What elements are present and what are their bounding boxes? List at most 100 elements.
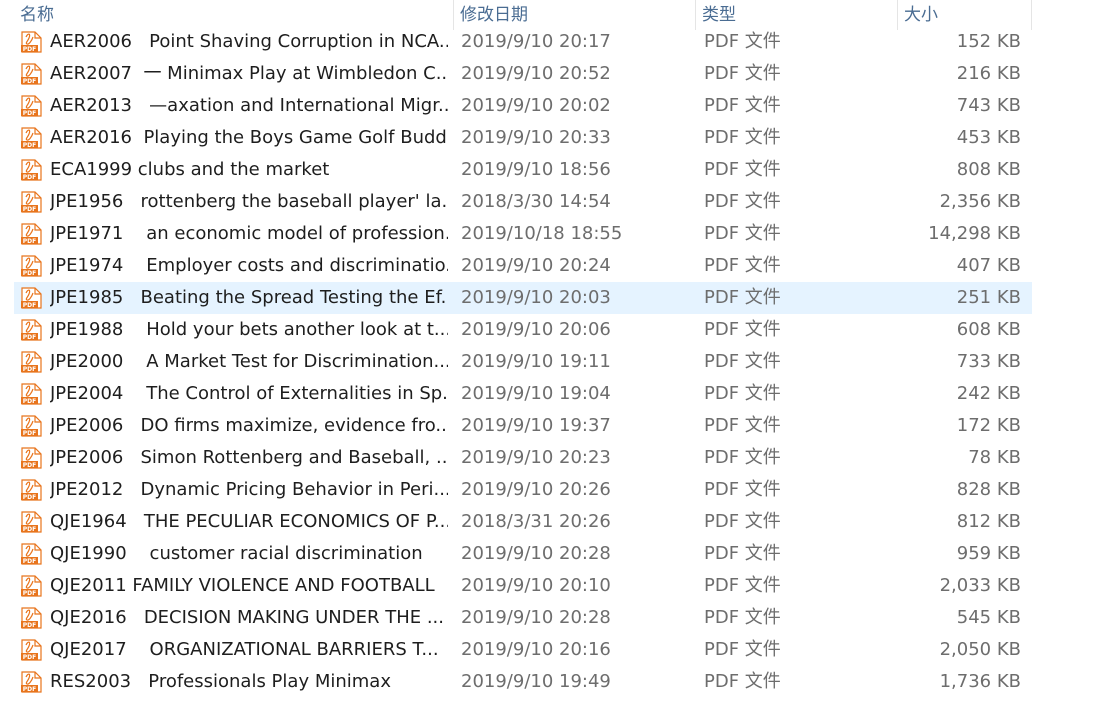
svg-text:PDF: PDF <box>23 366 36 373</box>
pdf-file-icon: PDF <box>20 671 44 693</box>
file-size: 743 KB <box>956 95 1021 116</box>
file-type: PDF 文件 <box>704 127 781 148</box>
file-date: 2019/9/10 20:03 <box>461 287 611 308</box>
pdf-file-icon: PDF <box>20 383 44 405</box>
file-row[interactable]: PDF AER2016 Playing the Boys Game Golf B… <box>14 122 1032 154</box>
file-date: 2019/9/10 20:33 <box>461 127 611 148</box>
file-date: 2019/9/10 20:28 <box>461 543 611 564</box>
file-row[interactable]: PDF JPE1956 rottenberg the baseball play… <box>14 186 1032 218</box>
file-row[interactable]: PDF QJE2017 ORGANIZATIONAL BARRIERS T...… <box>14 634 1032 666</box>
pdf-file-icon: PDF <box>20 255 44 277</box>
file-row[interactable]: PDF AER2006 Point Shaving Corruption in … <box>14 26 1032 58</box>
svg-text:PDF: PDF <box>23 78 36 85</box>
file-size: 545 KB <box>956 607 1021 628</box>
svg-text:PDF: PDF <box>23 654 36 661</box>
file-size: 2,356 KB <box>939 191 1021 212</box>
file-size: 152 KB <box>956 31 1021 52</box>
pdf-file-icon: PDF <box>20 351 44 373</box>
file-date: 2019/9/10 20:02 <box>461 95 611 116</box>
file-row[interactable]: PDF QJE1990 customer racial discriminati… <box>14 538 1032 570</box>
file-row[interactable]: PDF JPE1974 Employer costs and discrimin… <box>14 250 1032 282</box>
file-name: JPE1988 Hold your bets another look at t… <box>50 319 448 340</box>
file-type: PDF 文件 <box>704 223 781 244</box>
file-name: JPE2006 Simon Rottenberg and Baseball, .… <box>50 447 448 468</box>
pdf-file-icon: PDF <box>20 479 44 501</box>
file-size: 608 KB <box>956 319 1021 340</box>
svg-text:PDF: PDF <box>23 430 36 437</box>
file-size: 959 KB <box>956 543 1021 564</box>
file-name: JPE1971 an economic model of profession.… <box>50 223 448 244</box>
file-type: PDF 文件 <box>704 383 781 404</box>
file-name: JPE1974 Employer costs and discriminatio… <box>50 255 448 276</box>
file-type: PDF 文件 <box>704 31 781 52</box>
file-date: 2019/9/10 19:37 <box>461 415 611 436</box>
file-size: 2,050 KB <box>939 639 1021 660</box>
file-type: PDF 文件 <box>704 671 781 692</box>
svg-text:PDF: PDF <box>23 398 36 405</box>
file-type: PDF 文件 <box>704 159 781 180</box>
file-size: 733 KB <box>956 351 1021 372</box>
file-type: PDF 文件 <box>704 319 781 340</box>
file-date: 2019/9/10 20:28 <box>461 607 611 628</box>
file-row[interactable]: PDF RES2003 Professionals Play Minimax 2… <box>14 666 1032 698</box>
file-row[interactable]: PDF QJE2016 DECISION MAKING UNDER THE ..… <box>14 602 1032 634</box>
file-row[interactable]: PDF JPE2006 Simon Rottenberg and Basebal… <box>14 442 1032 474</box>
file-size: 808 KB <box>956 159 1021 180</box>
svg-text:PDF: PDF <box>23 142 36 149</box>
file-date: 2019/9/10 18:56 <box>461 159 611 180</box>
pdf-file-icon: PDF <box>20 191 44 213</box>
svg-text:PDF: PDF <box>23 206 36 213</box>
file-type: PDF 文件 <box>704 63 781 84</box>
file-row[interactable]: PDF AER2013 —axation and International M… <box>14 90 1032 122</box>
file-date: 2019/9/10 20:10 <box>461 575 611 596</box>
file-row[interactable]: PDF AER2007 一 Minimax Play at Wimbledon … <box>14 58 1032 90</box>
pdf-file-icon: PDF <box>20 415 44 437</box>
file-row[interactable]: PDF JPE2006 DO firms maximize, evidence … <box>14 410 1032 442</box>
file-size: 78 KB <box>968 447 1021 468</box>
svg-text:PDF: PDF <box>23 238 36 245</box>
file-type: PDF 文件 <box>704 95 781 116</box>
file-name: QJE1964 THE PECULIAR ECONOMICS OF P... <box>50 511 448 532</box>
file-row[interactable]: PDF JPE2012 Dynamic Pricing Behavior in … <box>14 474 1032 506</box>
file-type: PDF 文件 <box>704 351 781 372</box>
pdf-file-icon: PDF <box>20 543 44 565</box>
svg-text:PDF: PDF <box>23 526 36 533</box>
file-row[interactable]: PDF JPE1971 an economic model of profess… <box>14 218 1032 250</box>
file-type: PDF 文件 <box>704 479 781 500</box>
file-date: 2018/3/30 14:54 <box>461 191 611 212</box>
file-name: JPE1956 rottenberg the baseball player' … <box>50 191 448 212</box>
file-type: PDF 文件 <box>704 607 781 628</box>
file-row[interactable]: PDF ECA1999 clubs and the market 2019/9/… <box>14 154 1032 186</box>
file-type: PDF 文件 <box>704 447 781 468</box>
file-row[interactable]: PDF JPE1985 Beating the Spread Testing t… <box>14 282 1032 314</box>
file-type: PDF 文件 <box>704 191 781 212</box>
pdf-file-icon: PDF <box>20 63 44 85</box>
file-row[interactable]: PDF JPE2000 A Market Test for Discrimina… <box>14 346 1032 378</box>
pdf-file-icon: PDF <box>20 127 44 149</box>
svg-text:PDF: PDF <box>23 558 36 565</box>
file-size: 251 KB <box>956 287 1021 308</box>
pdf-file-icon: PDF <box>20 159 44 181</box>
file-date: 2019/9/10 19:11 <box>461 351 611 372</box>
pdf-file-icon: PDF <box>20 319 44 341</box>
svg-text:PDF: PDF <box>23 174 36 181</box>
svg-text:PDF: PDF <box>23 334 36 341</box>
file-type: PDF 文件 <box>704 255 781 276</box>
file-type: PDF 文件 <box>704 543 781 564</box>
file-row[interactable]: PDF JPE2004 The Control of Externalities… <box>14 378 1032 410</box>
file-row[interactable]: PDF JPE1988 Hold your bets another look … <box>14 314 1032 346</box>
file-type: PDF 文件 <box>704 511 781 532</box>
file-name: JPE2012 Dynamic Pricing Behavior in Peri… <box>50 479 448 500</box>
file-name: QJE2017 ORGANIZATIONAL BARRIERS T... <box>50 639 439 660</box>
file-name: QJE2011 FAMILY VIOLENCE AND FOOTBALL <box>50 575 435 596</box>
file-name: RES2003 Professionals Play Minimax <box>50 671 391 692</box>
file-row[interactable]: PDF QJE1964 THE PECULIAR ECONOMICS OF P.… <box>14 506 1032 538</box>
svg-text:PDF: PDF <box>23 622 36 629</box>
svg-text:PDF: PDF <box>23 302 36 309</box>
svg-text:PDF: PDF <box>23 110 36 117</box>
file-size: 14,298 KB <box>928 223 1021 244</box>
svg-text:PDF: PDF <box>23 686 36 693</box>
file-row[interactable]: PDF QJE2011 FAMILY VIOLENCE AND FOOTBALL… <box>14 570 1032 602</box>
file-size: 1,736 KB <box>939 671 1021 692</box>
pdf-file-icon: PDF <box>20 95 44 117</box>
